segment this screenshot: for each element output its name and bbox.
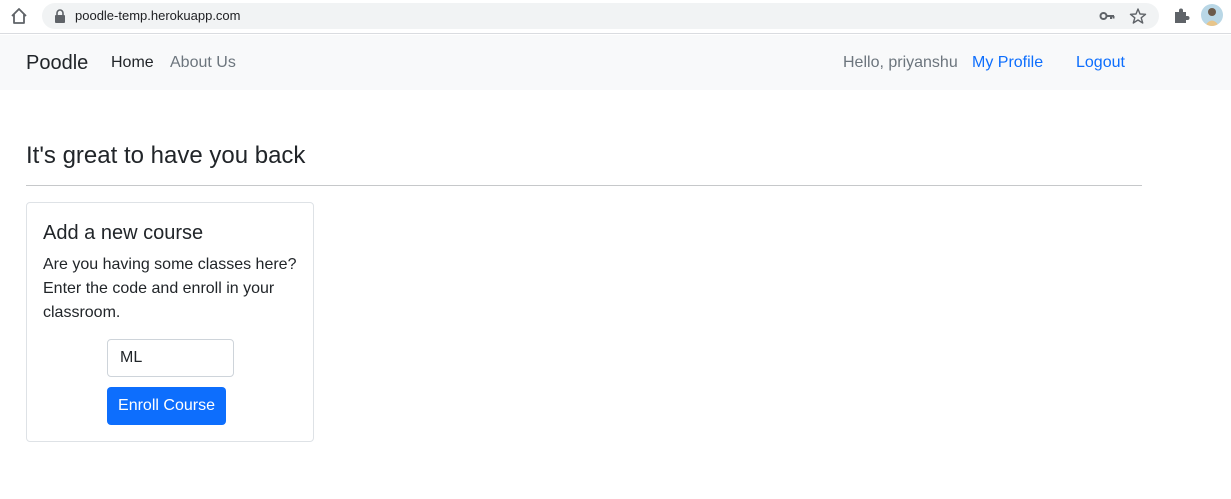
enroll-course-button[interactable]: Enroll Course <box>107 387 226 425</box>
brand-logo[interactable]: Poodle <box>26 51 88 75</box>
avatar[interactable] <box>1201 4 1223 26</box>
lock-icon[interactable] <box>54 9 66 23</box>
home-icon[interactable] <box>8 5 30 27</box>
add-course-card: Add a new course Are you having some cla… <box>26 202 314 442</box>
nav-home-link[interactable]: Home <box>111 53 154 73</box>
nav-about-link[interactable]: About Us <box>170 53 236 73</box>
key-icon[interactable] <box>1099 8 1115 24</box>
course-code-input[interactable] <box>107 339 234 377</box>
address-bar[interactable]: poodle-temp.herokuapp.com <box>42 3 1159 29</box>
navbar: Poodle Home About Us Hello, priyanshu My… <box>0 35 1231 90</box>
puzzle-icon[interactable] <box>1171 6 1191 26</box>
user-greeting: Hello, priyanshu <box>843 54 958 71</box>
divider <box>26 185 1142 186</box>
page-title: It's great to have you back <box>26 142 306 169</box>
card-title: Add a new course <box>43 222 204 244</box>
my-profile-link[interactable]: My Profile <box>972 53 1043 73</box>
logout-link[interactable]: Logout <box>1076 53 1125 73</box>
card-description: Are you having some classes here? Enter … <box>43 256 297 321</box>
browser-toolbar: poodle-temp.herokuapp.com <box>0 0 1231 34</box>
star-icon[interactable] <box>1129 7 1147 25</box>
url-text[interactable]: poodle-temp.herokuapp.com <box>75 7 241 25</box>
